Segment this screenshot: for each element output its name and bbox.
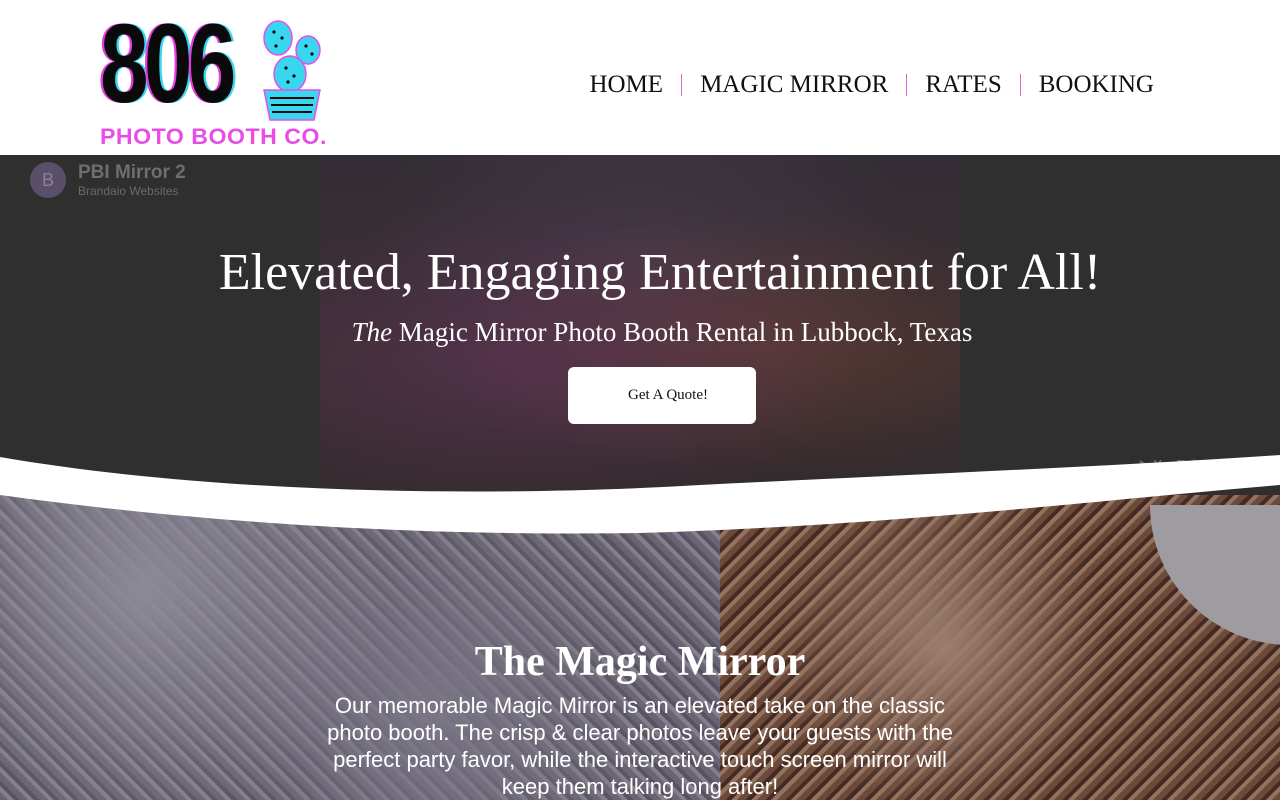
main-nav: HOME MAGIC MIRROR RATES BOOKING: [571, 70, 1172, 100]
hero-subheading: The Magic Mirror Photo Booth Rental in L…: [0, 316, 1280, 348]
cactus-icon: [263, 20, 321, 121]
section-body: Our memorable Magic Mirror is an elevate…: [327, 693, 953, 799]
nav-item-home[interactable]: HOME: [571, 70, 681, 100]
hero-heading: Elevated, Engaging Entertainment for All…: [218, 244, 1102, 301]
hero-section: B PBI Mirror 2 Brandaio Websites ▶ YouTu…: [0, 155, 1280, 500]
get-quote-button[interactable]: Get A Quote!: [568, 367, 756, 424]
site-header: 806 PHOTO BOOTH CO. HOME MAGIC MIRROR RA…: [0, 0, 1280, 155]
logo-digits: 806: [100, 1, 236, 126]
channel-avatar[interactable]: B: [30, 162, 66, 198]
nav-item-rates[interactable]: RATES: [907, 70, 1019, 100]
logo-tagline: PHOTO BOOTH CO.: [100, 124, 327, 149]
nav-item-magic-mirror[interactable]: MAGIC MIRROR: [682, 70, 906, 100]
nav-item-booking[interactable]: BOOKING: [1021, 70, 1172, 100]
curve-divider: [0, 455, 1280, 534]
hero-sub-emphasis: The: [351, 317, 393, 347]
get-quote-label: Get A Quote!: [628, 387, 708, 403]
video-info[interactable]: B PBI Mirror 2 Brandaio Websites: [30, 162, 186, 198]
video-title[interactable]: PBI Mirror 2: [78, 162, 186, 184]
hero-sub-text: Magic Mirror Photo Booth Rental in Lubbo…: [392, 317, 973, 347]
video-channel[interactable]: Brandaio Websites: [78, 184, 186, 198]
section-heading: The Magic Mirror: [474, 639, 806, 685]
logo[interactable]: 806 PHOTO BOOTH CO.: [100, 8, 332, 152]
magic-mirror-section: The Magic Mirror Our memorable Magic Mir…: [0, 495, 1280, 800]
